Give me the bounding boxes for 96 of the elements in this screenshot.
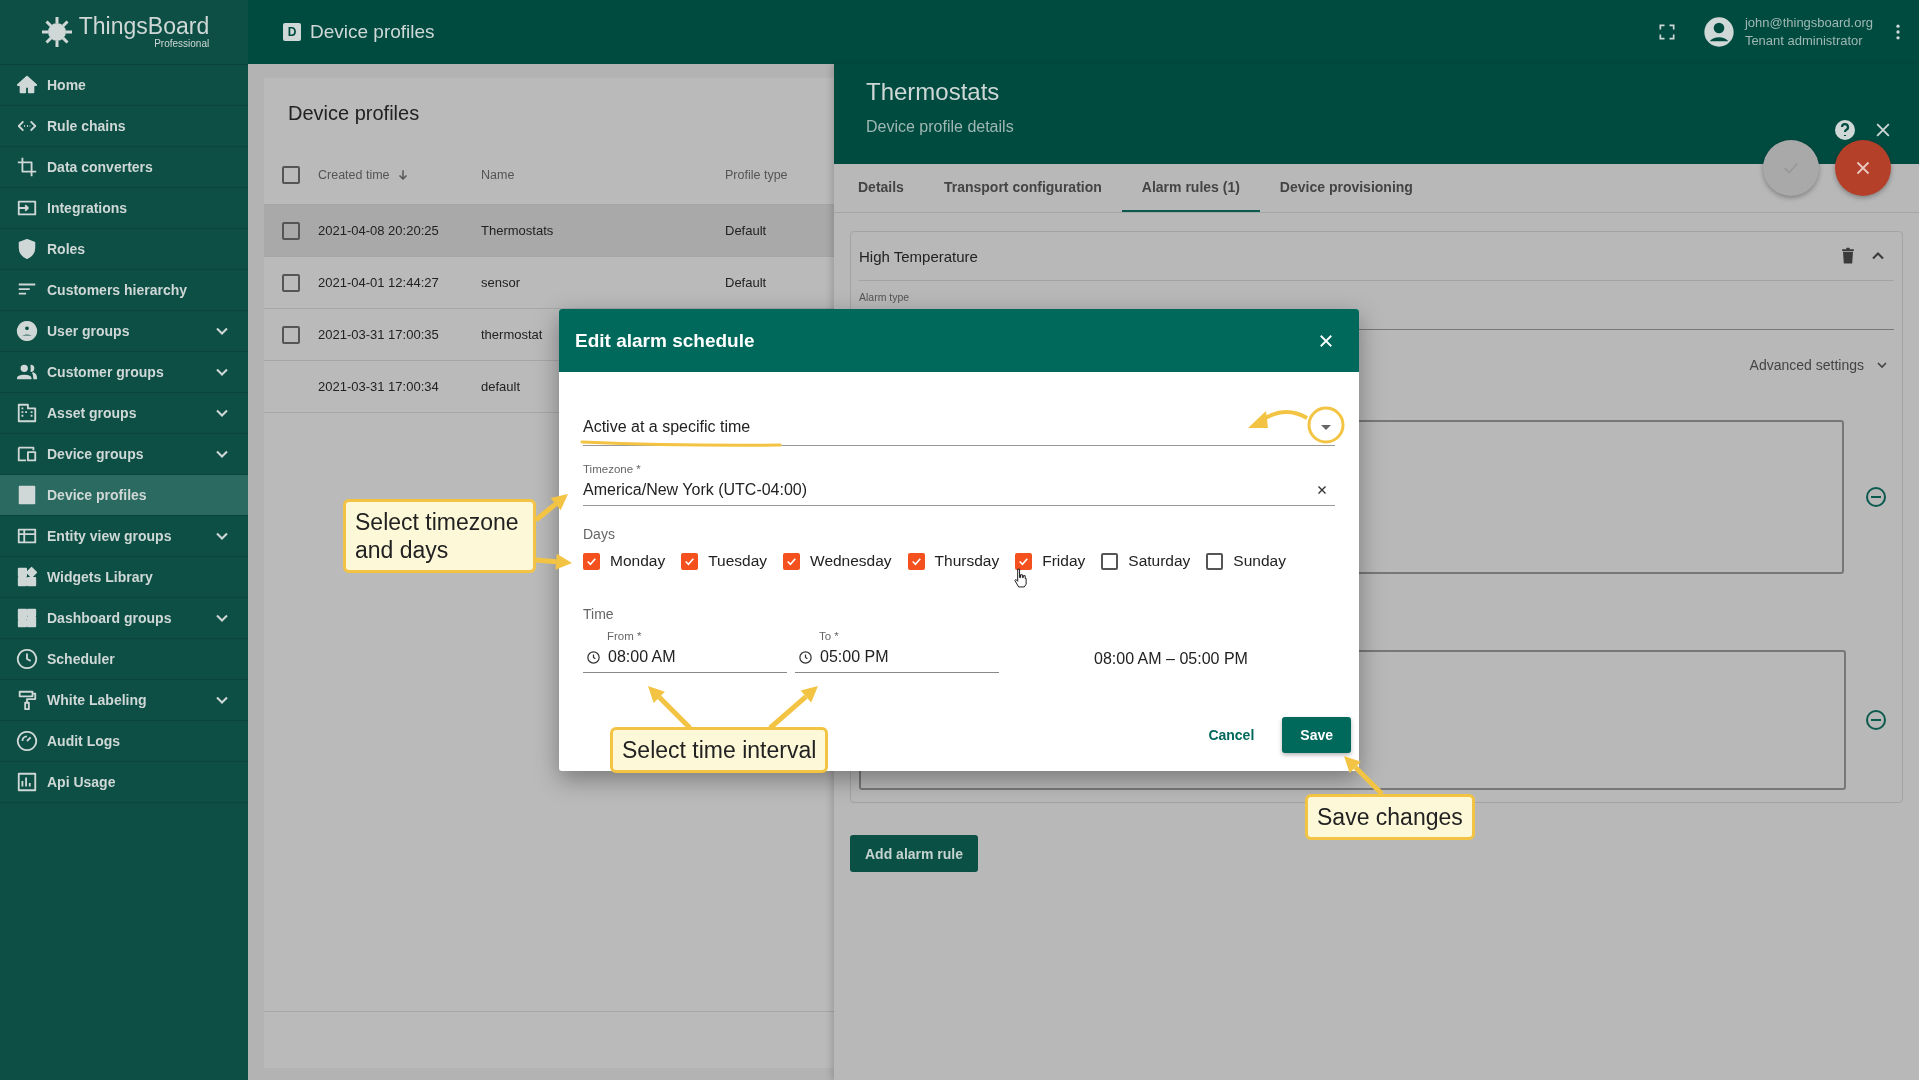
table-cell: Default — [725, 275, 767, 290]
clock-icon — [798, 649, 813, 665]
tab[interactable]: Transport configuration — [923, 164, 1122, 212]
sidebar-item[interactable]: User groups — [0, 311, 248, 352]
table-cell: thermostat — [481, 327, 543, 342]
checkbox[interactable] — [282, 221, 300, 240]
callout: Select time interval — [610, 727, 829, 773]
tab[interactable]: Device provisioning — [1259, 164, 1433, 212]
panel-subtitle: Device profile details — [866, 118, 1015, 136]
page-badge: D — [283, 23, 301, 41]
apply-button[interactable] — [1763, 140, 1819, 196]
sidebar-item[interactable]: Scheduler — [0, 639, 248, 680]
gauge-icon — [16, 730, 38, 752]
panel-title: Thermostats — [866, 78, 1001, 106]
checkbox[interactable] — [282, 166, 300, 184]
arrow — [648, 686, 692, 730]
arrow — [534, 494, 568, 522]
home-icon — [16, 74, 38, 96]
checkbox[interactable] — [282, 325, 300, 344]
tab[interactable]: Alarm rules (1) — [1121, 164, 1260, 212]
day-checkbox[interactable]: Saturday — [1101, 552, 1191, 570]
table-row[interactable]: 2021-04-08 20:20:25 Thermostats Default — [264, 205, 834, 257]
building-icon — [16, 402, 38, 424]
sidebar-item[interactable]: Rule chains — [0, 106, 248, 147]
table-cell: 2021-04-08 20:20:25 — [318, 223, 439, 238]
user-role: Tenant administrator — [1744, 32, 1864, 50]
paint-roller-icon — [16, 689, 38, 711]
account-icon[interactable] — [1702, 16, 1735, 48]
day-checkbox[interactable]: Monday — [583, 552, 666, 570]
to-time-field[interactable]: To * 05:00 PM — [795, 630, 999, 673]
table-cell: default — [481, 379, 521, 394]
sidebar-item[interactable]: Integrations — [0, 188, 248, 229]
sidebar-item[interactable]: Entity view groups — [0, 516, 248, 557]
page-title: Device profiles — [310, 21, 435, 43]
advanced-settings-toggle[interactable]: Advanced settings — [1749, 357, 1864, 373]
sidebar-item[interactable]: Asset groups — [0, 393, 248, 434]
table-cell: sensor — [481, 275, 521, 290]
sidebar-item[interactable]: Customer groups — [0, 352, 248, 393]
checkbox[interactable] — [282, 273, 300, 292]
hand-cursor-icon — [1013, 568, 1028, 589]
timezone-field[interactable]: Timezone * America/New York (UTC-04:00) — [583, 463, 1335, 506]
days-label: Days — [583, 526, 616, 542]
help-icon[interactable] — [1833, 118, 1857, 142]
shield-icon — [16, 238, 38, 260]
sidebar-item[interactable]: Data converters — [0, 147, 248, 188]
remove-circle-icon[interactable] — [1864, 485, 1888, 509]
sidebar-item[interactable]: Dashboard groups — [0, 598, 248, 639]
time-range-text: 08:00 AM – 05:00 PM — [1094, 650, 1248, 669]
day-checkbox[interactable]: Tuesday — [681, 552, 768, 570]
arrow — [535, 553, 572, 570]
dialog-title: Edit alarm schedule — [575, 329, 756, 352]
remove-circle-icon[interactable] — [1864, 708, 1888, 732]
column-header[interactable]: Created time — [318, 168, 481, 182]
table-cell: Thermostats — [481, 223, 554, 238]
bar-chart-icon — [16, 771, 38, 793]
sidebar-item[interactable]: White Labeling — [0, 680, 248, 721]
more-vert-icon[interactable] — [1895, 22, 1901, 42]
table-cell: 2021-04-01 12:44:27 — [318, 275, 439, 290]
table-cell: 2021-03-31 17:00:34 — [318, 379, 439, 394]
field-label: Alarm type — [859, 290, 911, 303]
clock-icon — [586, 649, 601, 665]
save-button[interactable]: Save — [1282, 717, 1351, 753]
crop-icon — [16, 156, 38, 178]
user-email: john@thingsboard.org — [1744, 14, 1873, 32]
clock-icon — [16, 648, 38, 670]
column-header[interactable]: Profile type — [725, 168, 825, 182]
callout: Save changes — [1305, 794, 1475, 840]
sidebar-item[interactable]: Widgets Library — [0, 557, 248, 598]
curved-arrow — [1248, 410, 1308, 428]
day-checkbox[interactable]: Thursday — [907, 552, 1000, 570]
column-header[interactable]: Name — [481, 168, 725, 182]
from-time-field[interactable]: From * 08:00 AM — [583, 630, 787, 673]
cancel-button[interactable]: Cancel — [1200, 717, 1263, 753]
day-checkbox[interactable]: Wednesday — [783, 552, 892, 570]
add-alarm-rule-button[interactable]: Add alarm rule — [850, 835, 979, 872]
table-cell: 2021-03-31 17:00:35 — [318, 327, 439, 342]
alarm-rule-name: High Temperature — [859, 247, 979, 265]
sidebar-item[interactable]: Api Usage — [0, 762, 248, 803]
sidebar-item[interactable]: Home — [0, 65, 248, 106]
highlight-circle — [1307, 406, 1345, 444]
sidebar-item[interactable]: Audit Logs — [0, 721, 248, 762]
edition-label: Professional — [154, 38, 210, 49]
time-label: Time — [583, 606, 615, 622]
arrow — [1344, 756, 1384, 796]
arrow — [768, 686, 818, 730]
cancel-fab-button[interactable] — [1835, 140, 1891, 196]
callout: Select timezone and days — [343, 499, 536, 573]
day-checkbox[interactable]: Sunday — [1206, 552, 1286, 570]
card-title: Device profiles — [287, 101, 421, 126]
dropdown-arrow-icon — [1321, 424, 1331, 430]
sidebar-item[interactable]: Device profiles — [0, 475, 248, 516]
table-cell: Default — [725, 223, 767, 238]
day-checkbox[interactable]: Friday — [1015, 552, 1086, 570]
tab[interactable]: Details — [838, 164, 924, 212]
sidebar-item[interactable]: Roles — [0, 229, 248, 270]
sidebar-item[interactable]: Customers hierarchy — [0, 270, 248, 311]
